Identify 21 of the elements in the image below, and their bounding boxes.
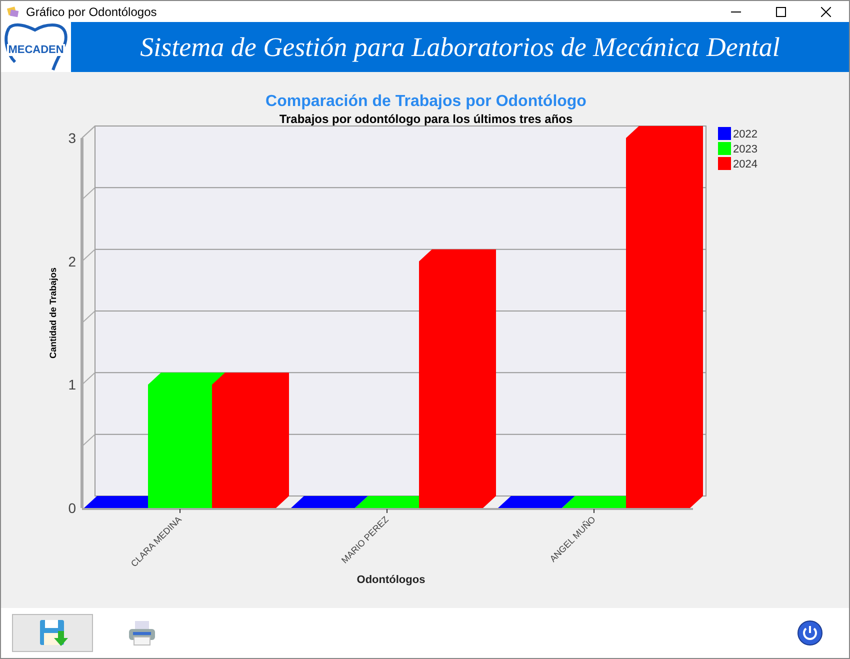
y-tick-label: 1 xyxy=(68,376,76,393)
legend-label: 2023 xyxy=(733,144,758,156)
chart-subtitle: Trabajos por odontólogo para los últimos tres años xyxy=(279,112,573,126)
save-button[interactable] xyxy=(12,614,93,652)
legend-label: 2022 xyxy=(733,128,758,140)
close-icon[interactable] xyxy=(821,6,831,16)
power-icon[interactable] xyxy=(797,620,823,646)
logo: MECADEN xyxy=(1,22,71,72)
chart-title: Comparación de Trabajos por Odontólogo xyxy=(266,93,586,110)
x-axis-title: Odontólogos xyxy=(356,574,426,586)
y-tick-label: 0 xyxy=(68,500,76,516)
printer-icon[interactable] xyxy=(127,620,157,646)
legend-label: 2024 xyxy=(733,158,758,170)
maximize-icon[interactable] xyxy=(776,6,786,16)
y-tick-label: 3 xyxy=(68,130,76,146)
y-axis-title: Cantidad de Trabajos xyxy=(48,267,58,359)
y-tick-label: 2 xyxy=(68,253,76,270)
window-title: Gráfico por Odontólogos xyxy=(26,4,158,18)
app-title: Sistema de Gestión para Laboratorios de Mecánica Dental xyxy=(140,32,780,62)
app-icon xyxy=(6,4,20,18)
floppy-disk-icon xyxy=(38,618,68,648)
